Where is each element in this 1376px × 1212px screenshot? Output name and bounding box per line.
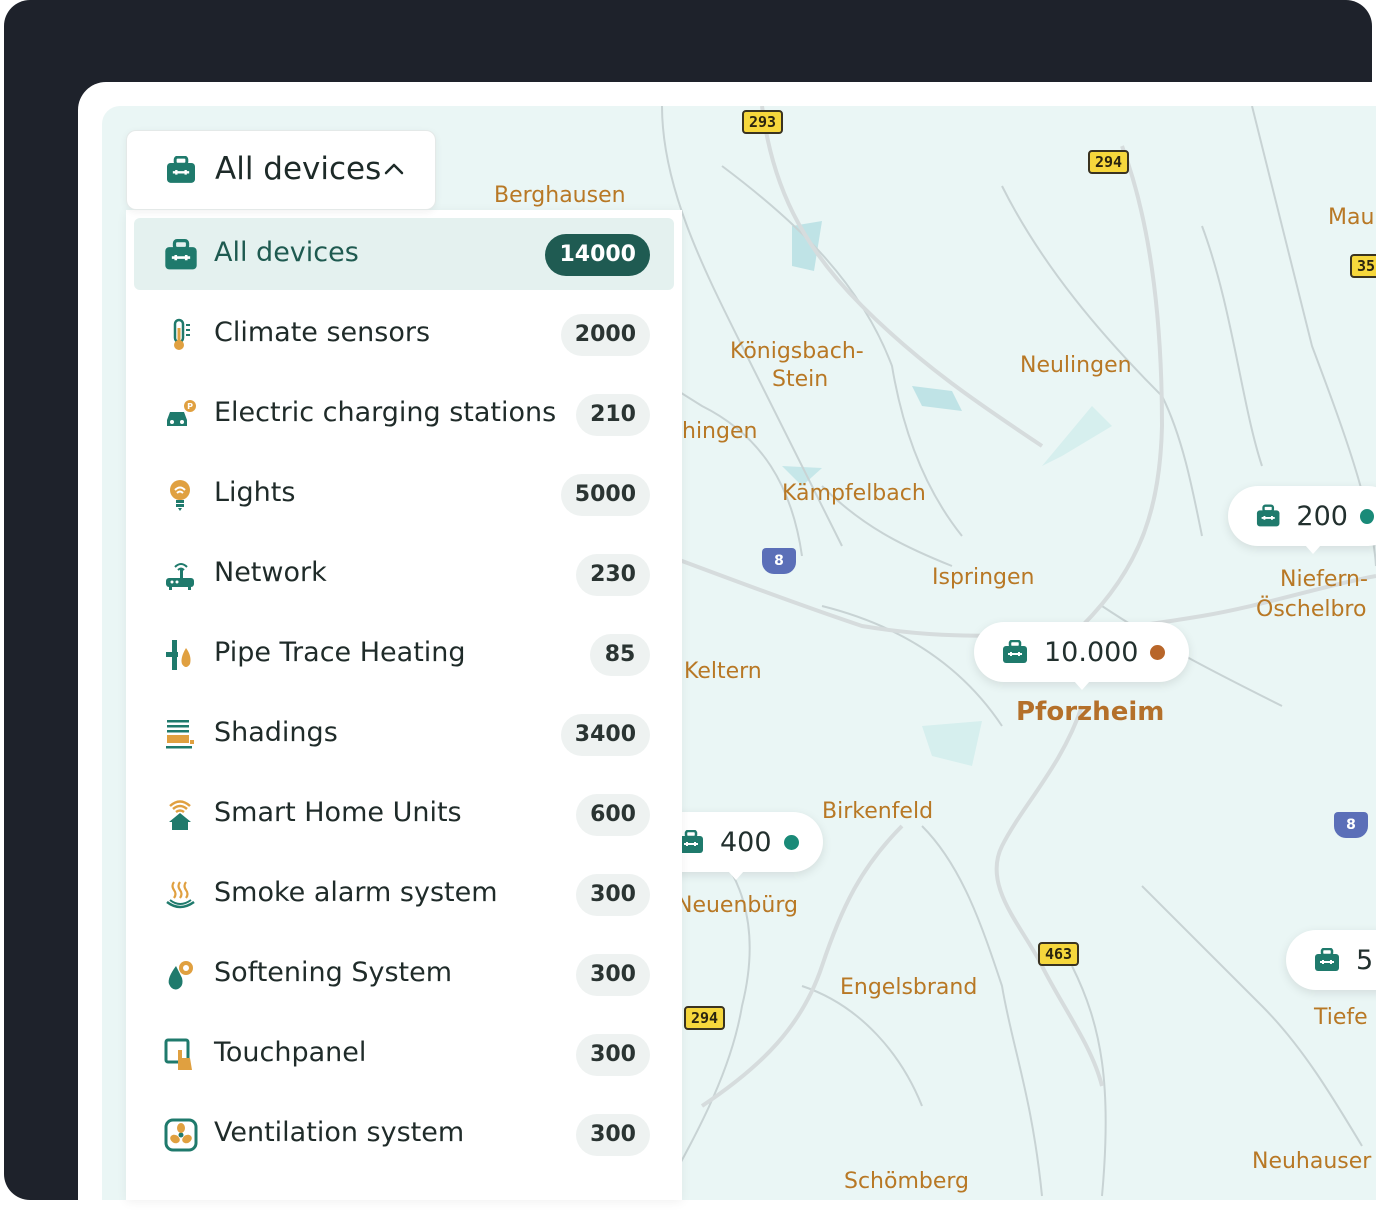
map-marker-cluster[interactable]: 5 [1286, 930, 1376, 990]
device-type-option-ev-charging[interactable]: P Electric charging stations 210 [134, 378, 674, 450]
toolbox-icon [1003, 640, 1027, 663]
map-marker-cluster[interactable]: 10.000 [974, 622, 1190, 690]
svg-text:P: P [187, 402, 193, 411]
device-type-option-smoke-alarm[interactable]: Smoke alarm system 300 [134, 858, 674, 930]
count-badge: 300 [576, 874, 650, 916]
marker-count: 5 [1356, 944, 1374, 976]
count-badge: 300 [576, 1034, 650, 1076]
count-badge: 230 [576, 554, 650, 596]
device-type-dropdown[interactable]: All devices [126, 130, 436, 210]
marker-count: 10.000 [1044, 636, 1139, 668]
option-label: Climate sensors [214, 317, 431, 348]
town-label: Neuenbürg [676, 893, 798, 918]
town-label: Ispringen [932, 565, 1035, 590]
device-type-option-ventilation[interactable]: Ventilation system 300 [134, 1098, 674, 1170]
lightbulb-icon [170, 480, 190, 511]
marker-count: 200 [1296, 500, 1348, 532]
chevron-up-icon [384, 163, 404, 175]
town-label: Tiefe [1314, 1005, 1368, 1030]
town-label: Königsbach- [730, 339, 864, 364]
town-label: hingen [682, 419, 758, 444]
count-badge: 85 [590, 634, 650, 676]
town-label: Kämpfelbach [782, 481, 926, 506]
option-label: All devices [214, 237, 359, 268]
highway-shield: 8 [762, 548, 796, 574]
option-label: Smoke alarm system [214, 877, 498, 908]
router-icon [166, 563, 194, 590]
thermometer-icon [173, 318, 190, 350]
town-label: Neuhauser [1252, 1149, 1372, 1174]
pipe-heating-icon [166, 640, 191, 670]
town-label: Stein [772, 367, 829, 392]
device-type-option-touchpanel[interactable]: Touchpanel 300 [134, 1018, 674, 1090]
device-type-option-pipe-trace-heating[interactable]: Pipe Trace Heating 85 [134, 618, 674, 690]
toolbox-icon [167, 156, 195, 183]
city-label-pforzheim: Pforzheim [1016, 697, 1165, 727]
toolbox-icon [1315, 948, 1339, 971]
blinds-icon [166, 720, 194, 749]
map-marker-cluster[interactable]: 200 [1228, 486, 1376, 554]
town-label: Engelsbrand [840, 975, 978, 1000]
highway-shield: 8 [1334, 812, 1368, 838]
option-label: Network [214, 557, 327, 588]
device-type-option-climate-sensors[interactable]: Climate sensors 2000 [134, 298, 674, 370]
toolbox-icon [1256, 504, 1280, 527]
town-label: Niefern- [1280, 567, 1368, 592]
town-label: Birkenfeld [822, 799, 934, 824]
dropdown-label: All devices [215, 151, 382, 187]
option-label: Touchpanel [214, 1037, 367, 1068]
count-badge: 2000 [560, 314, 650, 356]
road-shield: 294 [684, 1006, 726, 1030]
town-label: Neulingen [1020, 353, 1132, 378]
fan-icon [164, 1118, 198, 1152]
option-label: Ventilation system [214, 1117, 465, 1148]
status-dot [1359, 508, 1374, 524]
touchpanel-icon [164, 1038, 192, 1070]
count-badge: 210 [576, 394, 650, 436]
option-label: Softening System [214, 957, 453, 988]
road-shield: 294 [1088, 150, 1130, 174]
status-dot [1150, 644, 1166, 660]
ev-charging-icon: P [167, 400, 196, 426]
smoke-alarm-icon [166, 881, 195, 909]
count-badge: 300 [576, 1114, 650, 1156]
device-type-option-smart-home[interactable]: Smart Home Units 600 [134, 778, 674, 850]
option-label: Pipe Trace Heating [214, 637, 466, 668]
option-label: Shadings [214, 717, 338, 748]
road-shield: 35 [1350, 254, 1376, 278]
water-softener-icon [168, 961, 193, 990]
count-badge: 3400 [560, 714, 650, 756]
option-label: Electric charging stations [214, 397, 557, 428]
device-type-option-shadings[interactable]: Shadings 3400 [134, 698, 674, 770]
option-label: Smart Home Units [214, 797, 462, 828]
device-type-option-softening[interactable]: Softening System 300 [134, 938, 674, 1010]
smart-home-icon [169, 800, 191, 830]
road-shield: 463 [1038, 942, 1080, 966]
town-label: Mau [1328, 205, 1375, 230]
device-type-option-all[interactable]: All devices 14000 [134, 218, 674, 290]
device-type-option-network[interactable]: Network 230 [134, 538, 674, 610]
town-label: Schömberg [844, 1169, 970, 1194]
option-label: Lights [214, 477, 296, 508]
town-label: Keltern [684, 659, 762, 684]
road-shield: 293 [742, 110, 784, 134]
count-badge: 600 [576, 794, 650, 836]
count-badge: 300 [576, 954, 650, 996]
marker-count: 400 [720, 826, 772, 858]
town-label: Berghausen [494, 183, 626, 208]
town-label: Öschelbro [1256, 597, 1367, 622]
count-badge: 5000 [560, 474, 650, 516]
count-badge: 14000 [545, 234, 650, 276]
toolbox-icon [165, 238, 197, 270]
status-dot [783, 834, 799, 850]
device-type-option-lights[interactable]: Lights 5000 [134, 458, 674, 530]
